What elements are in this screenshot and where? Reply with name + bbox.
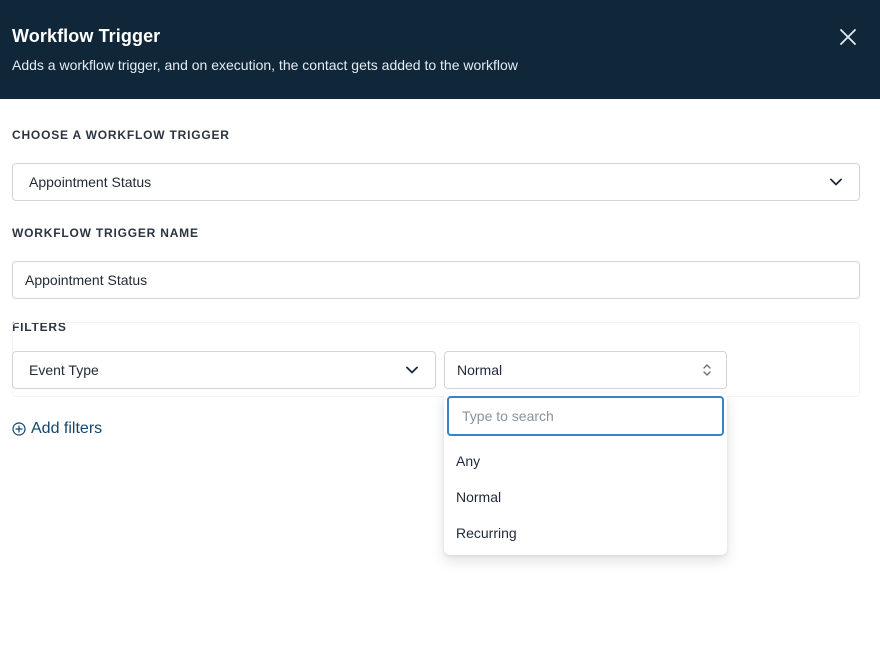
dropdown-option-recurring[interactable]: Recurring <box>456 525 517 541</box>
dropdown-search-input[interactable] <box>447 396 724 436</box>
dropdown-option-normal[interactable]: Normal <box>456 489 501 505</box>
close-icon <box>840 29 856 45</box>
chevron-down-icon <box>829 175 843 189</box>
trigger-section-label: CHOOSE A WORKFLOW TRIGGER <box>12 128 230 142</box>
modal-subtitle: Adds a workflow trigger, and on executio… <box>12 57 518 73</box>
add-filters-button[interactable]: Add filters <box>12 420 102 438</box>
sort-icon <box>700 363 714 377</box>
filter-value-selected: Normal <box>457 362 503 378</box>
filter-value-select[interactable]: Normal <box>444 351 727 389</box>
chevron-down-icon <box>405 363 419 377</box>
trigger-name-label: WORKFLOW TRIGGER NAME <box>12 226 199 240</box>
close-button[interactable] <box>834 23 862 51</box>
modal-header: Workflow Trigger Adds a workflow trigger… <box>0 0 880 99</box>
plus-circle-icon <box>12 422 26 436</box>
modal-title: Workflow Trigger <box>12 26 161 46</box>
trigger-name-input[interactable] <box>12 261 860 299</box>
trigger-select-value: Appointment Status <box>29 174 152 190</box>
dropdown-option-any[interactable]: Any <box>456 453 480 469</box>
filter-field-select[interactable]: Event Type <box>12 351 436 389</box>
add-filters-label: Add filters <box>31 420 103 437</box>
filter-value-dropdown: Any Normal Recurring <box>444 393 727 555</box>
trigger-select[interactable]: Appointment Status <box>12 163 860 201</box>
filter-field-value: Event Type <box>29 362 99 378</box>
